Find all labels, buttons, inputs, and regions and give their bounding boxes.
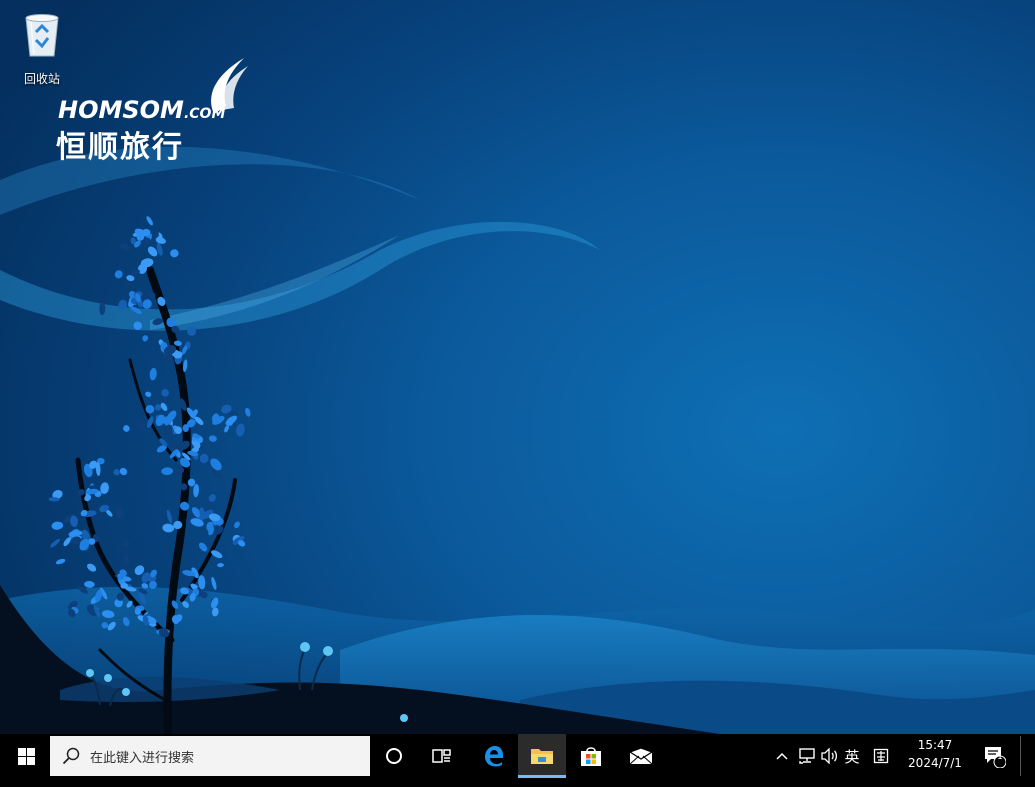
desktop: 回收站 HOMSOM.COM 恒顺旅行: [0, 0, 1035, 787]
leaf: [198, 542, 208, 552]
search-placeholder: 在此键入进行搜索: [90, 750, 195, 766]
ime-mode-button[interactable]: [870, 734, 892, 778]
leaf: [211, 576, 217, 590]
leaf: [166, 509, 173, 524]
search-icon: [62, 747, 80, 765]
leaf: [84, 580, 95, 588]
clock-date: 2024/7/1: [908, 756, 962, 770]
taskbar-clock[interactable]: 15:47 2024/7/1: [900, 736, 970, 776]
store-taskbar-button[interactable]: [568, 734, 614, 778]
input-method-indicator[interactable]: 英: [842, 734, 862, 778]
leaf: [224, 425, 230, 433]
logo-brand-text: HOMSOM: [58, 96, 184, 124]
logo-chinese-name: 恒顺旅行: [56, 130, 184, 165]
leaf: [123, 425, 130, 432]
leaf: [115, 505, 124, 519]
leaf: [208, 494, 216, 502]
leaf: [217, 562, 224, 568]
task-view-button[interactable]: [420, 734, 464, 778]
leaf: [99, 302, 106, 316]
show-hidden-icons-button[interactable]: [772, 734, 792, 778]
leaf: [146, 216, 153, 226]
start-button[interactable]: [6, 734, 46, 778]
leaf: [55, 558, 66, 565]
cortana-button[interactable]: [372, 734, 416, 778]
logo-dotcom-text: .COM: [183, 106, 226, 122]
network-button[interactable]: [796, 734, 818, 778]
leaf: [149, 367, 157, 381]
store-bag-icon: [581, 747, 601, 766]
mail-icon: [629, 747, 653, 765]
leaf: [245, 407, 251, 417]
file-explorer-taskbar-button[interactable]: [518, 734, 566, 778]
notification-count: 1: [997, 752, 1003, 762]
leaf: [113, 468, 120, 476]
leaf: [51, 521, 64, 530]
leaf: [142, 335, 149, 342]
windows-logo-icon: [17, 747, 35, 765]
leaf: [234, 521, 240, 529]
taskbar-search-box[interactable]: 在此键入进行搜索: [50, 736, 370, 776]
leaf: [161, 467, 174, 476]
clock-time: 15:47: [917, 738, 953, 752]
leaf: [87, 563, 97, 572]
leaf: [236, 423, 245, 437]
show-desktop-button[interactable]: [1020, 736, 1021, 776]
leaf: [199, 453, 209, 464]
wallpaper-logo: HOMSOM.COM 恒顺旅行: [56, 56, 266, 165]
volume-button[interactable]: [820, 734, 840, 778]
leaf: [193, 483, 200, 498]
leaf: [162, 523, 175, 533]
leaf: [135, 418, 145, 432]
logo-brand: HOMSOM.COM: [58, 96, 225, 124]
network-icon: [799, 748, 815, 764]
leaf: [123, 552, 130, 566]
leaf: [122, 540, 130, 548]
folder-icon: [531, 749, 553, 764]
edge-icon: [485, 746, 503, 767]
leaf: [119, 467, 128, 476]
edge-taskbar-button[interactable]: [470, 734, 516, 778]
leaf: [119, 243, 130, 251]
leaf: [50, 538, 60, 548]
leaf: [210, 458, 222, 471]
leaf: [161, 388, 169, 397]
leaf: [114, 270, 123, 279]
taskbar: 在此键入进行搜索 英 15:47 2024/7/1 1: [0, 734, 1035, 778]
leaf: [208, 435, 217, 442]
screen-bottom-edge: [0, 778, 1035, 787]
leaf: [145, 391, 152, 397]
mail-taskbar-button[interactable]: [618, 734, 664, 778]
recycle-bin-icon: [25, 14, 59, 57]
volume-icon: [821, 748, 838, 764]
leaf: [212, 470, 222, 479]
action-center-button[interactable]: 1: [980, 734, 1008, 778]
leaf: [154, 404, 162, 411]
cortana-circle-icon: [386, 748, 402, 764]
task-view-icon: [432, 749, 451, 763]
ime-pad-icon: [873, 748, 889, 764]
chevron-up-icon: [776, 752, 788, 760]
